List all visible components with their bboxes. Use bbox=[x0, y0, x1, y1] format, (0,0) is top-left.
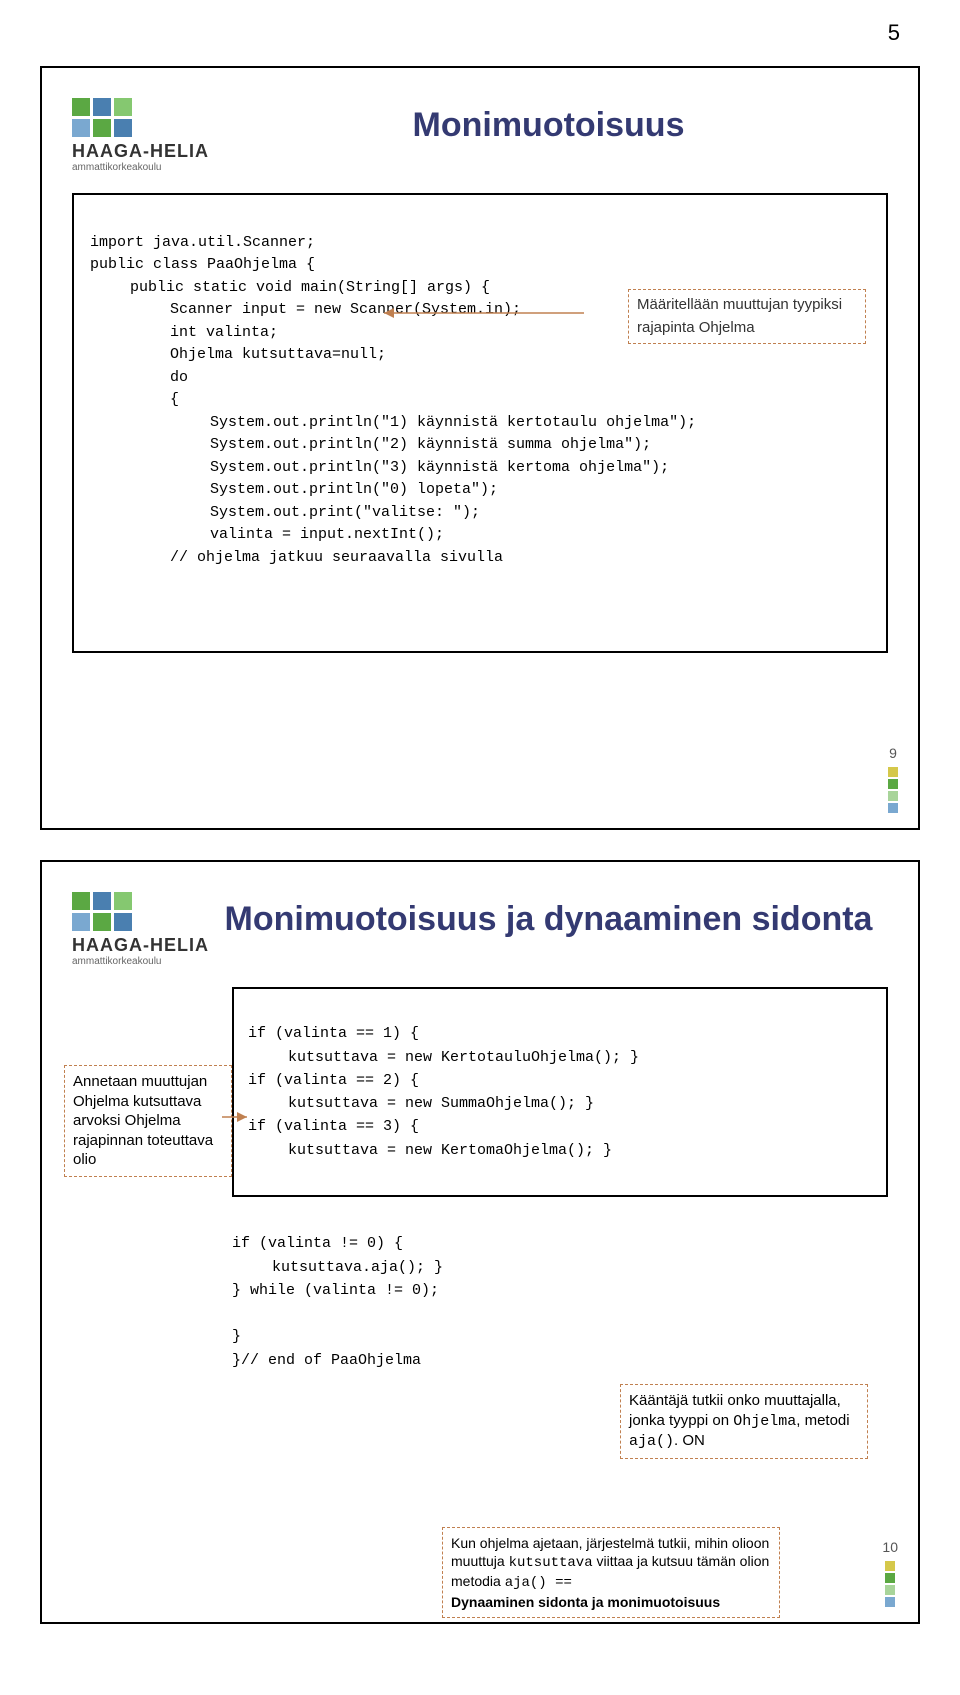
callout-code: aja() == bbox=[505, 1575, 572, 1591]
code-line: do bbox=[90, 369, 188, 386]
callout-code: Ohjelma bbox=[733, 1413, 796, 1430]
code-line: System.out.println("2) käynnistä summa o… bbox=[90, 436, 651, 453]
code-line: }// end of PaaOhjelma bbox=[232, 1352, 421, 1369]
slide-number: 9 bbox=[889, 745, 897, 761]
callout-text: . ON bbox=[674, 1432, 705, 1449]
slide-title: Monimuotoisuus bbox=[209, 98, 888, 145]
slide-number: 10 bbox=[882, 1539, 898, 1555]
logo-icon bbox=[72, 892, 132, 931]
slide-number-block: 10 bbox=[882, 1539, 898, 1607]
code-line: System.out.println("1) käynnistä kertota… bbox=[90, 414, 696, 431]
slide-1: HAAGA-HELIA ammattikorkeakoulu Monimuoto… bbox=[40, 66, 920, 830]
slide-header: HAAGA-HELIA ammattikorkeakoulu Monimuoto… bbox=[72, 98, 888, 173]
slide2-body: Annetaan muuttujan Ohjelma kutsuttava ar… bbox=[72, 987, 888, 1488]
callout-compiler: Kääntäjä tutkii onko muuttajalla, jonka … bbox=[620, 1384, 868, 1459]
code-line: kutsuttava.aja(); } bbox=[232, 1259, 443, 1276]
code-line: kutsuttava = new KertotauluOhjelma(); } bbox=[248, 1049, 639, 1066]
code-line: Scanner input = new Scanner(System.in); bbox=[90, 301, 521, 318]
code-line: System.out.println("3) käynnistä kertoma… bbox=[90, 459, 669, 476]
code-line: kutsuttava = new KertomaOhjelma(); } bbox=[248, 1142, 612, 1159]
page-number-top: 5 bbox=[0, 0, 960, 56]
code-line: kutsuttava = new SummaOhjelma(); } bbox=[248, 1095, 594, 1112]
code-line: valinta = input.nextInt(); bbox=[90, 526, 444, 543]
slide-title: Monimuotoisuus ja dynaaminen sidonta bbox=[209, 892, 888, 939]
code-line: public class PaaOhjelma { bbox=[90, 256, 315, 273]
logo-text: HAAGA-HELIA bbox=[72, 935, 209, 956]
code-line: { bbox=[90, 391, 179, 408]
code-line: if (valinta == 2) { bbox=[248, 1072, 419, 1089]
logo-icon bbox=[72, 98, 132, 137]
logo: HAAGA-HELIA ammattikorkeakoulu bbox=[72, 892, 209, 967]
logo-sub: ammattikorkeakoulu bbox=[72, 162, 161, 173]
code-line: } bbox=[232, 1328, 241, 1345]
decor-squares-icon bbox=[888, 767, 898, 813]
code-line: if (valinta == 1) { bbox=[248, 1025, 419, 1042]
logo: HAAGA-HELIA ammattikorkeakoulu bbox=[72, 98, 209, 173]
code-line: int valinta; bbox=[90, 324, 278, 341]
code-box-1: import java.util.Scanner; public class P… bbox=[72, 193, 888, 653]
callout-runtime: Kun ohjelma ajetaan, järjestelmä tutkii,… bbox=[442, 1527, 780, 1618]
callout-text: , metodi bbox=[796, 1412, 849, 1429]
decor-squares-icon bbox=[885, 1561, 895, 1607]
code-line: public static void main(String[] args) { bbox=[90, 279, 490, 296]
slide-header: HAAGA-HELIA ammattikorkeakoulu Monimuoto… bbox=[72, 892, 888, 967]
slide-number-block: 9 bbox=[888, 745, 898, 813]
logo-text: HAAGA-HELIA bbox=[72, 141, 209, 162]
logo-sub: ammattikorkeakoulu bbox=[72, 956, 161, 967]
code-below: if (valinta != 0) { kutsuttava.aja(); } … bbox=[232, 1209, 888, 1488]
code-line: Ohjelma kutsuttava=null; bbox=[90, 346, 386, 363]
code-line: if (valinta != 0) { bbox=[232, 1235, 403, 1252]
callout-code: aja() bbox=[629, 1433, 674, 1450]
code-line: // ohjelma jatkuu seuraavalla sivulla bbox=[90, 549, 503, 566]
code-line: System.out.print("valitse: "); bbox=[90, 504, 480, 521]
code-line: if (valinta == 3) { bbox=[248, 1118, 419, 1135]
code-line: import java.util.Scanner; bbox=[90, 234, 315, 251]
code-line: } while (valinta != 0); bbox=[232, 1282, 439, 1299]
code-box-2: if (valinta == 1) { kutsuttava = new Ker… bbox=[232, 987, 888, 1197]
callout-code: kutsuttava bbox=[509, 1555, 593, 1571]
callout-define-type: Määritellään muuttujan tyypiksi rajapint… bbox=[628, 289, 866, 344]
callout-bold: Dynaaminen sidonta ja monimuotoisuus bbox=[451, 1594, 720, 1610]
code-line: System.out.println("0) lopeta"); bbox=[90, 481, 498, 498]
slide-2: HAAGA-HELIA ammattikorkeakoulu Monimuoto… bbox=[40, 860, 920, 1624]
callout-left: Annetaan muuttujan Ohjelma kutsuttava ar… bbox=[64, 1065, 232, 1177]
